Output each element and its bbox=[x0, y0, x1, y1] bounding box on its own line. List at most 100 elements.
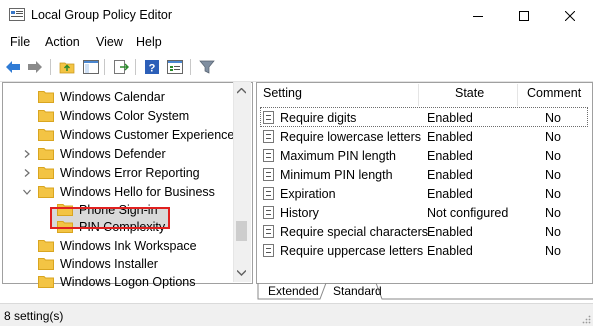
setting-row[interactable]: History Not configured No bbox=[260, 203, 588, 222]
filter-button[interactable] bbox=[198, 58, 216, 76]
tree-item[interactable]: Windows Installer bbox=[38, 254, 158, 273]
setting-row[interactable]: Require uppercase letters Enabled No bbox=[260, 241, 588, 260]
properties-button[interactable] bbox=[166, 58, 184, 76]
tree-item-label: Windows Color System bbox=[60, 108, 190, 123]
toolbar-separator bbox=[104, 59, 105, 75]
setting-comment: No bbox=[545, 187, 561, 201]
svg-text:?: ? bbox=[149, 63, 156, 75]
column-header-comment[interactable]: Comment bbox=[527, 86, 581, 100]
tree-item[interactable]: Windows Color System bbox=[38, 106, 189, 125]
policy-setting-icon bbox=[263, 187, 274, 200]
setting-state: Enabled bbox=[427, 225, 473, 239]
up-one-level-button[interactable] bbox=[58, 58, 76, 76]
setting-state: Enabled bbox=[427, 168, 473, 182]
menu-action[interactable]: Action bbox=[45, 35, 80, 49]
tree-item-label: Windows Installer bbox=[60, 256, 158, 271]
policy-setting-icon bbox=[263, 244, 274, 257]
filter-icon bbox=[199, 60, 215, 74]
forward-icon bbox=[28, 61, 42, 73]
help-button[interactable]: ? bbox=[143, 58, 161, 76]
tree-item[interactable]: Windows Error Reporting bbox=[24, 163, 200, 182]
tree-item-label: Windows Calendar bbox=[60, 89, 165, 104]
maximize-icon bbox=[519, 10, 529, 21]
export-list-button[interactable] bbox=[112, 58, 130, 76]
column-divider[interactable] bbox=[418, 84, 419, 106]
column-header-state[interactable]: State bbox=[455, 86, 484, 100]
policy-setting-icon bbox=[263, 149, 274, 162]
show-hide-tree-button[interactable] bbox=[82, 58, 100, 76]
setting-name: Require special characters bbox=[280, 225, 428, 239]
policy-setting-icon bbox=[263, 130, 274, 143]
tree-item[interactable]: Windows Ink Workspace bbox=[38, 236, 197, 255]
close-icon bbox=[565, 10, 575, 21]
menu-help[interactable]: Help bbox=[136, 35, 162, 49]
setting-state: Enabled bbox=[427, 187, 473, 201]
status-text: 8 setting(s) bbox=[4, 309, 64, 323]
tree-scrollbar-thumb[interactable] bbox=[236, 221, 247, 241]
tree-item-label: Windows Customer Experience Ir bbox=[60, 127, 246, 142]
selected-node-outline bbox=[50, 207, 170, 229]
tab-standard[interactable]: Standard bbox=[333, 283, 382, 300]
setting-row[interactable]: Maximum PIN length Enabled No bbox=[260, 146, 588, 165]
tree-item-label: Windows Logon Options bbox=[60, 274, 196, 289]
tree-item[interactable]: Windows Customer Experience Ir bbox=[38, 125, 245, 144]
setting-row[interactable]: Require lowercase letters Enabled No bbox=[260, 127, 588, 146]
tree-item-label: Windows Error Reporting bbox=[60, 165, 200, 180]
setting-comment: No bbox=[545, 225, 561, 239]
setting-comment: No bbox=[545, 149, 561, 163]
export-list-icon bbox=[114, 60, 129, 74]
tree-item[interactable]: Windows Hello for Business bbox=[23, 182, 215, 201]
scroll-down-icon[interactable] bbox=[237, 270, 246, 276]
tab-extended[interactable]: Extended bbox=[268, 283, 319, 300]
scroll-up-icon[interactable] bbox=[237, 88, 246, 94]
setting-name: Minimum PIN length bbox=[280, 168, 393, 182]
help-icon: ? bbox=[145, 60, 159, 75]
column-header-setting[interactable]: Setting bbox=[263, 86, 302, 100]
group-policy-app-icon bbox=[9, 8, 25, 21]
focused-row-outline bbox=[260, 107, 588, 127]
setting-name: History bbox=[280, 206, 319, 220]
folder-icon bbox=[38, 186, 54, 198]
tree-item[interactable]: Windows Defender bbox=[24, 144, 166, 163]
setting-name: Require lowercase letters bbox=[280, 130, 422, 144]
setting-row[interactable]: Require special characters Enabled No bbox=[260, 222, 588, 241]
setting-row[interactable]: Minimum PIN length Enabled No bbox=[260, 165, 588, 184]
toolbar-separator bbox=[135, 59, 136, 75]
setting-name: Expiration bbox=[280, 187, 336, 201]
setting-row[interactable]: Expiration Enabled No bbox=[260, 184, 588, 203]
minimize-button[interactable] bbox=[455, 0, 501, 31]
expand-arrow-icon[interactable] bbox=[23, 150, 31, 158]
setting-state: Enabled bbox=[427, 130, 473, 144]
properties-icon bbox=[167, 60, 183, 74]
tree-item-label: Windows Ink Workspace bbox=[60, 238, 197, 253]
close-button[interactable] bbox=[547, 0, 593, 31]
back-button[interactable] bbox=[4, 58, 22, 76]
collapse-arrow-icon[interactable] bbox=[23, 188, 31, 196]
menu-view[interactable]: View bbox=[96, 35, 123, 49]
resize-grip-icon[interactable] bbox=[581, 314, 591, 324]
status-bar: 8 setting(s) bbox=[0, 303, 593, 326]
toolbar: ? bbox=[0, 53, 593, 82]
folder-icon bbox=[38, 240, 54, 252]
view-tabs: Extended Standard bbox=[256, 283, 593, 301]
tree-item-label: Windows Defender bbox=[60, 146, 166, 161]
up-folder-icon bbox=[59, 62, 75, 74]
menu-file[interactable]: File bbox=[10, 35, 30, 49]
forward-button[interactable] bbox=[26, 58, 44, 76]
setting-name: Maximum PIN length bbox=[280, 149, 397, 163]
maximize-button[interactable] bbox=[501, 0, 547, 31]
window-title: Local Group Policy Editor bbox=[31, 8, 173, 22]
tree-item[interactable]: Windows Logon Options bbox=[38, 272, 196, 291]
tree-item[interactable]: Windows Calendar bbox=[38, 87, 165, 106]
column-divider[interactable] bbox=[517, 84, 518, 106]
expand-arrow-icon[interactable] bbox=[23, 169, 31, 177]
folder-icon bbox=[38, 276, 54, 288]
folder-icon bbox=[38, 258, 54, 270]
tree-scrollbar[interactable] bbox=[233, 82, 251, 282]
folder-icon bbox=[38, 129, 54, 141]
setting-comment: No bbox=[545, 168, 561, 182]
back-icon bbox=[6, 61, 20, 73]
setting-comment: No bbox=[545, 130, 561, 144]
toolbar-separator bbox=[50, 59, 51, 75]
minimize-icon bbox=[473, 15, 483, 17]
